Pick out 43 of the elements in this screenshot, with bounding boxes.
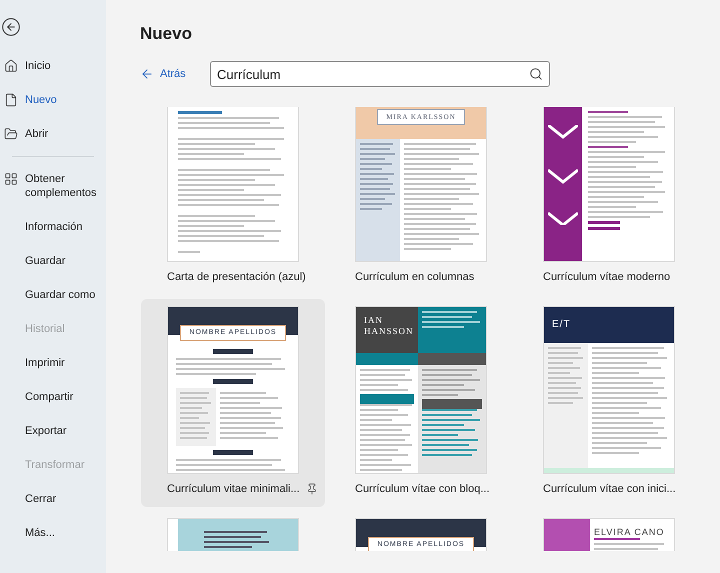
template-card[interactable]: Currículum vítae moderno (517, 107, 701, 295)
template-name: Currículum vítae con inici... (543, 483, 676, 495)
section-heading-bar (213, 349, 253, 354)
sidebar-item[interactable]: Nuevo (0, 86, 104, 120)
pin-icon[interactable] (306, 483, 318, 495)
sidebar-item[interactable]: Guardar (0, 247, 104, 281)
sidebar-item[interactable]: Más... (0, 519, 104, 553)
color-panel (176, 388, 216, 446)
template-preview-title: E/T (552, 319, 571, 331)
search-field[interactable]: Currículum (210, 61, 550, 87)
template-card[interactable]: ELVIRA CANO (517, 511, 701, 551)
back-button[interactable] (1, 17, 21, 37)
template-name: Currículum en columnas (355, 271, 474, 283)
sidebar-item[interactable]: Exportar (0, 417, 104, 451)
document-icon (4, 93, 18, 107)
back-link[interactable]: Atrás (140, 67, 196, 81)
section-heading-bar (213, 450, 253, 455)
template-card[interactable]: IAN HANSSON Currículum vítae con bloq... (329, 299, 513, 507)
grid-icon (4, 172, 18, 186)
template-name: Currículum vitae minimali... (167, 483, 300, 495)
template-card[interactable]: Carta de presentación (azul) (141, 107, 325, 295)
sidebar-item[interactable]: Compartir (0, 383, 104, 417)
search-icon[interactable] (529, 67, 543, 81)
arrow-left-icon (140, 67, 154, 81)
template-name: Carta de presentación (azul) (167, 271, 306, 283)
sidebar-item[interactable]: Imprimir (0, 349, 104, 383)
sidebar-item[interactable]: Inicio (0, 52, 104, 86)
sidebar-item[interactable]: Cerrar (0, 485, 104, 519)
template-preview-title: ELVIRA CANO (594, 527, 666, 538)
page-title: Nuevo (140, 24, 193, 45)
home-icon (4, 59, 18, 73)
sidebar-item[interactable]: Abrir (0, 120, 104, 154)
template-preview-title: IAN HANSSON (364, 315, 410, 337)
section-heading-bar (213, 379, 253, 384)
sidebar-item[interactable]: Información (0, 213, 104, 247)
color-band (360, 394, 414, 404)
color-band (422, 399, 482, 409)
folder-icon (4, 127, 18, 141)
sidebar-item[interactable]: Guardar como (0, 281, 104, 315)
template-card[interactable]: E/T Currículum vítae con inici... (517, 299, 701, 507)
template-name: Currículum vítae moderno (543, 271, 670, 283)
sidebar-item[interactable]: Obtener complementos (0, 165, 104, 213)
template-name: Currículum vítae con bloq... (355, 483, 490, 495)
